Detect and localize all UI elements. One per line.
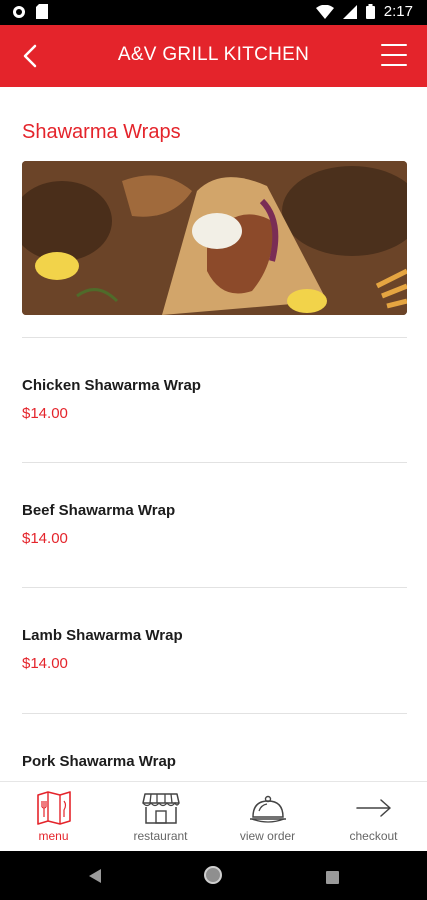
square-recents-icon xyxy=(326,871,339,884)
menu-item-price: $14.00 xyxy=(22,530,68,547)
app-bar: A&V GRILL KITCHEN xyxy=(0,25,427,87)
cell-signal-icon xyxy=(342,4,357,19)
menu-map-icon xyxy=(0,791,107,825)
nav-checkout[interactable]: checkout xyxy=(320,782,427,852)
nav-label: checkout xyxy=(349,829,398,843)
menu-item-price: $14.00 xyxy=(22,655,68,672)
system-recents-button[interactable] xyxy=(326,869,339,888)
battery-icon xyxy=(365,4,375,19)
bottom-nav: menu restaurant view order checkout xyxy=(0,781,427,851)
circle-home-icon xyxy=(204,866,222,884)
menu-item-name: Lamb Shawarma Wrap xyxy=(22,627,183,644)
category-hero-image xyxy=(22,161,407,315)
arrow-right-icon xyxy=(320,791,427,825)
divider xyxy=(22,337,407,338)
divider xyxy=(22,713,407,714)
cloche-icon xyxy=(214,791,321,825)
status-time: 2:17 xyxy=(383,3,413,20)
storefront-icon xyxy=(107,791,214,825)
nav-restaurant[interactable]: restaurant xyxy=(107,782,214,852)
sd-card-icon xyxy=(36,4,48,19)
status-bar: 2:17 xyxy=(0,0,427,25)
triangle-back-icon xyxy=(89,869,101,883)
nav-label: view order xyxy=(239,829,296,843)
menu-item-price: $14.00 xyxy=(22,405,68,422)
menu-button[interactable] xyxy=(381,44,407,68)
hamburger-line xyxy=(381,44,407,46)
nav-label: menu xyxy=(38,829,69,843)
hamburger-line xyxy=(381,64,407,66)
nav-menu[interactable]: menu xyxy=(0,782,107,852)
app-title: A&V GRILL KITCHEN xyxy=(117,44,310,65)
section-title: Shawarma Wraps xyxy=(22,121,181,143)
divider xyxy=(22,462,407,463)
menu-item-name: Pork Shawarma Wrap xyxy=(22,753,176,770)
shawarma-photo xyxy=(22,161,407,315)
menu-item-name: Chicken Shawarma Wrap xyxy=(22,377,201,394)
status-right: 2:17 xyxy=(315,3,413,20)
menu-content[interactable]: Shawarma Wraps Chicken Shawarma Wrap $14… xyxy=(0,87,427,781)
divider xyxy=(22,587,407,588)
system-home-button[interactable] xyxy=(203,865,223,889)
wifi-icon xyxy=(315,4,334,19)
status-left xyxy=(12,4,48,19)
system-back-button[interactable] xyxy=(88,868,102,888)
hamburger-line xyxy=(381,54,407,56)
menu-item-name: Beef Shawarma Wrap xyxy=(22,502,176,519)
nav-label: restaurant xyxy=(133,829,188,843)
nav-view-order[interactable]: view order xyxy=(214,782,321,852)
notification-dot-icon xyxy=(13,5,25,18)
system-nav-bar xyxy=(0,851,427,900)
